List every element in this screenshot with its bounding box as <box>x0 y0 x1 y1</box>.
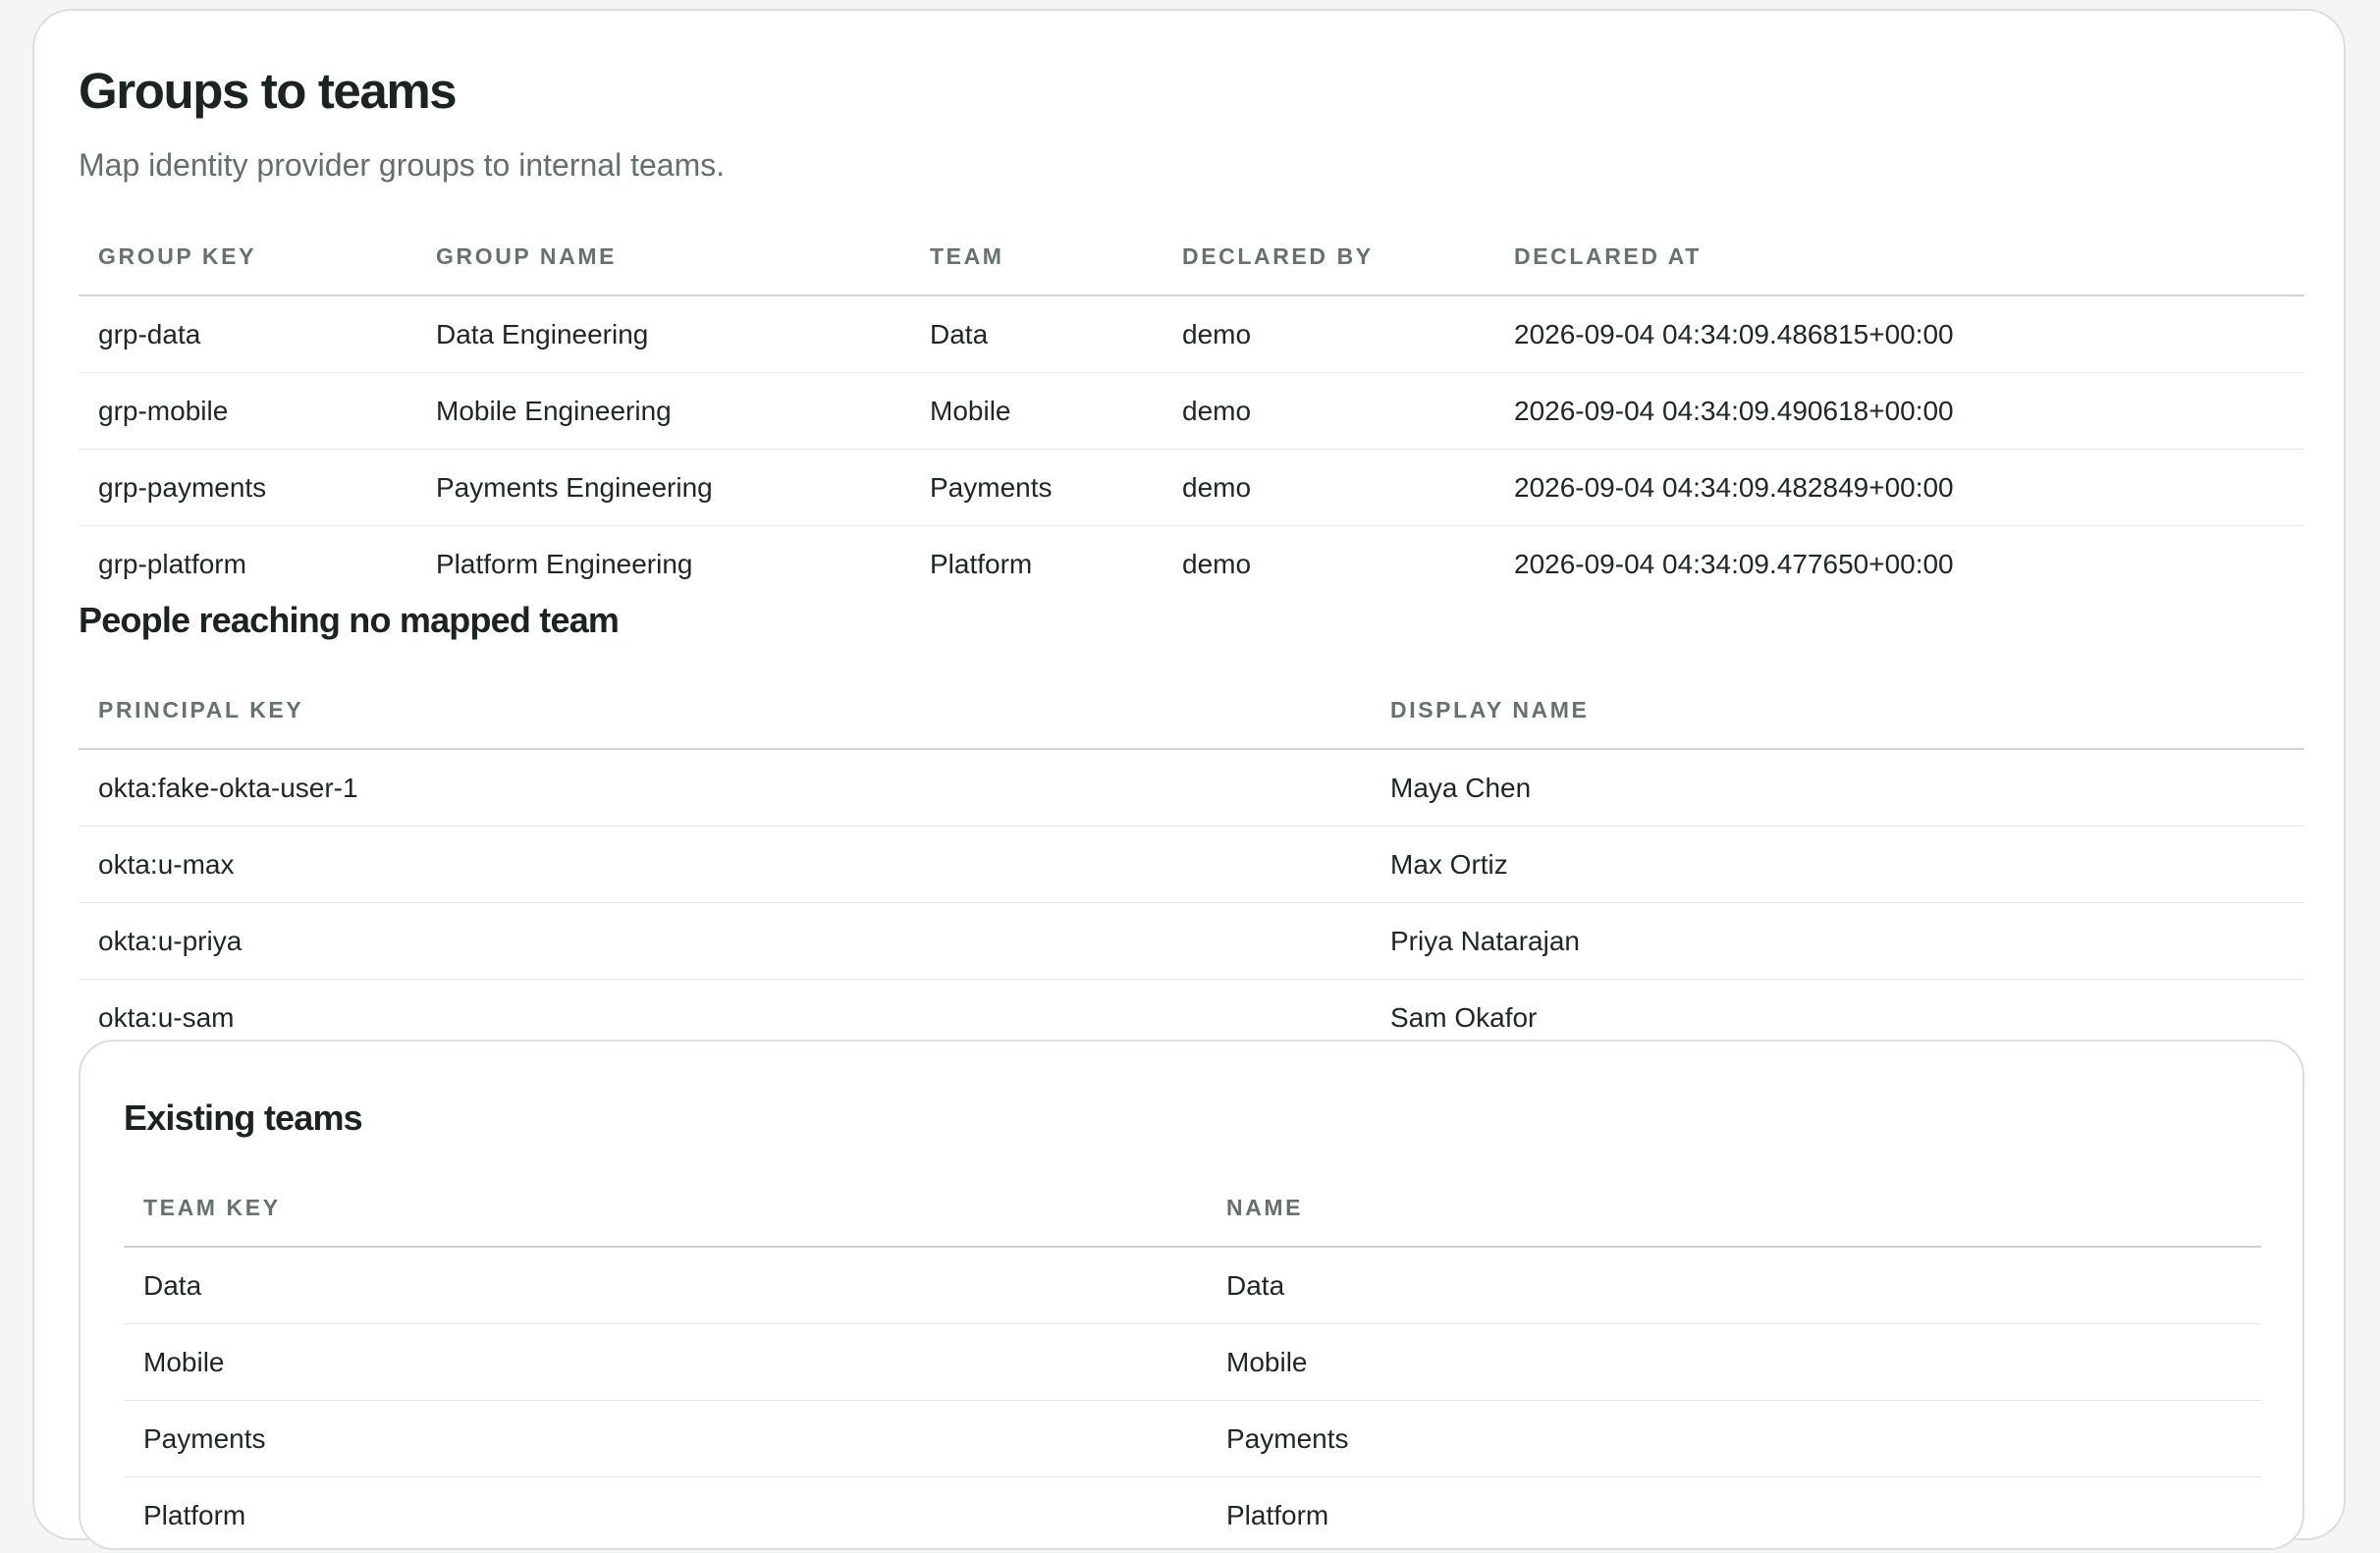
display-name-cell: Maya Chen <box>1371 749 2304 827</box>
column-header-team-key: Team key <box>124 1169 1207 1247</box>
group-name-cell: Data Engineering <box>416 295 910 373</box>
team-key-cell: Mobile <box>124 1324 1207 1401</box>
declared-at-cell: 2026-09-04 04:34:09.486815+00:00 <box>1494 295 2304 373</box>
column-header-declared-by: Declared by <box>1163 218 1494 295</box>
group-key-cell: grp-payments <box>79 450 416 526</box>
table-row: Data Data <box>124 1247 2261 1324</box>
column-header-team: Team <box>910 218 1163 295</box>
column-header-declared-at: Declared at <box>1494 218 2304 295</box>
column-header-display-name: Display name <box>1371 671 2304 749</box>
table-row: grp-data Data Engineering Data demo 2026… <box>79 295 2304 373</box>
team-name-cell: Mobile <box>1207 1324 2261 1401</box>
table-row: grp-platform Platform Engineering Platfo… <box>79 526 2304 603</box>
display-name-cell: Priya Natarajan <box>1371 903 2304 980</box>
column-header-principal-key: Principal key <box>79 671 1371 749</box>
table-row: Mobile Mobile <box>124 1324 2261 1401</box>
team-cell: Platform <box>910 526 1163 603</box>
main-card: Groups to teams Map identity provider gr… <box>32 9 2346 1540</box>
table-header-row: Principal key Display name <box>79 671 2304 749</box>
principal-key-cell: okta:fake-okta-user-1 <box>79 749 1371 827</box>
declared-by-cell: demo <box>1163 295 1494 373</box>
team-cell: Payments <box>910 450 1163 526</box>
team-name-cell: Payments <box>1207 1401 2261 1477</box>
team-key-cell: Payments <box>124 1401 1207 1477</box>
declared-by-cell: demo <box>1163 526 1494 603</box>
group-name-cell: Platform Engineering <box>416 526 910 603</box>
declared-by-cell: demo <box>1163 373 1494 450</box>
declared-at-cell: 2026-09-04 04:34:09.490618+00:00 <box>1494 373 2304 450</box>
table-row: Platform Platform <box>124 1477 2261 1553</box>
page-subtitle: Map identity provider groups to internal… <box>79 147 725 184</box>
team-name-cell: Platform <box>1207 1477 2261 1553</box>
principal-key-cell: okta:u-priya <box>79 903 1371 980</box>
group-key-cell: grp-platform <box>79 526 416 603</box>
declared-at-cell: 2026-09-04 04:34:09.477650+00:00 <box>1494 526 2304 603</box>
table-row: grp-payments Payments Engineering Paymen… <box>79 450 2304 526</box>
group-key-cell: grp-data <box>79 295 416 373</box>
declared-by-cell: demo <box>1163 450 1494 526</box>
table-row: grp-mobile Mobile Engineering Mobile dem… <box>79 373 2304 450</box>
principal-key-cell: okta:u-max <box>79 827 1371 903</box>
page-title: Groups to teams <box>79 62 456 120</box>
team-key-cell: Data <box>124 1247 1207 1324</box>
group-name-cell: Mobile Engineering <box>416 373 910 450</box>
unmapped-people-table: Principal key Display name okta:fake-okt… <box>79 671 2304 1055</box>
team-name-cell: Data <box>1207 1247 2261 1324</box>
group-key-cell: grp-mobile <box>79 373 416 450</box>
column-header-group-key: Group key <box>79 218 416 295</box>
table-header-row: Group key Group name Team Declared by De… <box>79 218 2304 295</box>
display-name-cell: Max Ortiz <box>1371 827 2304 903</box>
team-key-cell: Platform <box>124 1477 1207 1553</box>
existing-teams-heading: Existing teams <box>124 1098 362 1139</box>
column-header-group-name: Group name <box>416 218 910 295</box>
existing-teams-table: Team key Name Data Data Mobile Mobile Pa… <box>124 1169 2261 1553</box>
team-cell: Mobile <box>910 373 1163 450</box>
table-header-row: Team key Name <box>124 1169 2261 1247</box>
group-mappings-table: Group key Group name Team Declared by De… <box>79 218 2304 602</box>
table-row: okta:fake-okta-user-1 Maya Chen <box>79 749 2304 827</box>
group-name-cell: Payments Engineering <box>416 450 910 526</box>
existing-teams-card: Existing teams Team key Name Data Data <box>79 1040 2304 1550</box>
table-row: Payments Payments <box>124 1401 2261 1477</box>
declared-at-cell: 2026-09-04 04:34:09.482849+00:00 <box>1494 450 2304 526</box>
unmapped-people-heading: People reaching no mapped team <box>79 600 619 641</box>
team-cell: Data <box>910 295 1163 373</box>
table-row: okta:u-priya Priya Natarajan <box>79 903 2304 980</box>
table-row: okta:u-max Max Ortiz <box>79 827 2304 903</box>
column-header-name: Name <box>1207 1169 2261 1247</box>
